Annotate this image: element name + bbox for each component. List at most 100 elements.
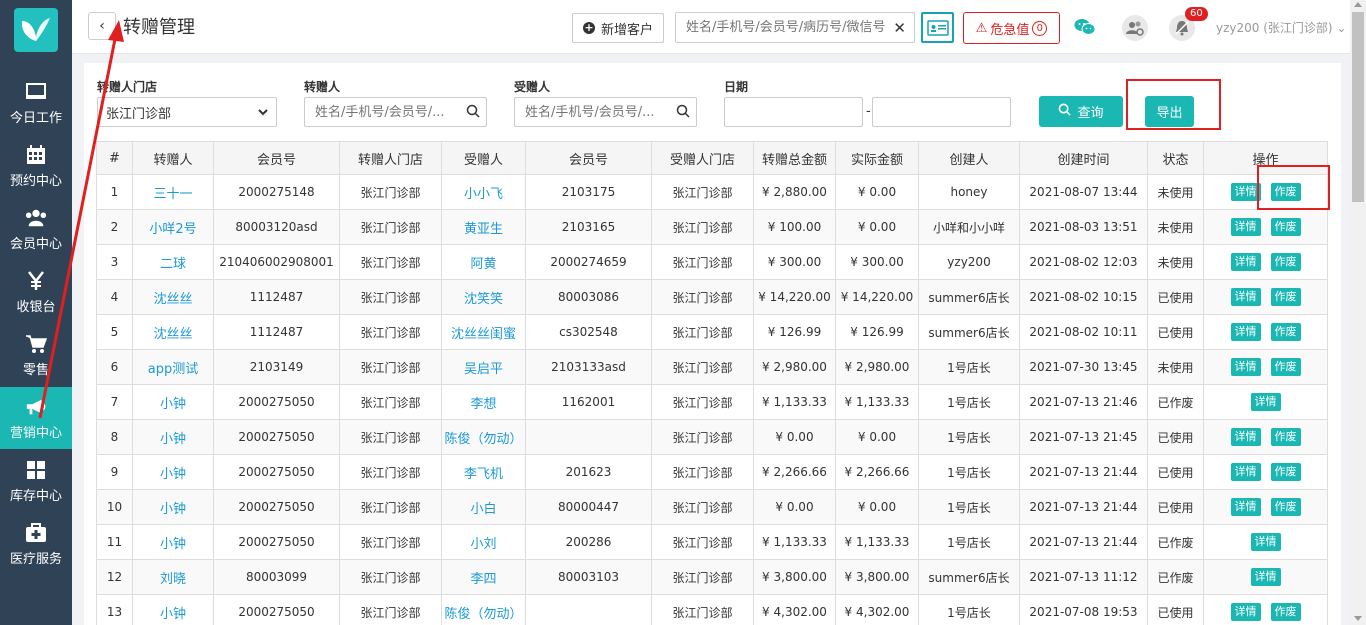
sidebar-item-3[interactable]: 收银台 xyxy=(0,261,72,323)
giver-link[interactable]: 沈丝丝 xyxy=(153,327,192,342)
cell-text: 未使用 xyxy=(1157,255,1194,270)
giver-link[interactable]: 小钟 xyxy=(160,397,186,412)
cell-status: 已作废 xyxy=(1147,559,1204,595)
cell-status: 未使用 xyxy=(1147,209,1204,245)
sidebar-item-0[interactable]: 今日工作 xyxy=(0,72,72,134)
sidebar-item-7[interactable]: 医疗服务 xyxy=(0,513,72,575)
search-icon[interactable] xyxy=(676,104,690,121)
wechat-icon[interactable] xyxy=(1074,18,1096,39)
giver-link[interactable]: 三十一 xyxy=(153,187,192,202)
cell-receiver-store: 张江门诊部 xyxy=(651,594,754,625)
detail-button[interactable]: 详情 xyxy=(1230,183,1261,201)
giver-link[interactable]: 刘晓 xyxy=(160,572,186,587)
detail-button[interactable]: 详情 xyxy=(1250,393,1281,411)
scrollbar-thumb[interactable] xyxy=(1352,12,1364,202)
team-settings-icon[interactable] xyxy=(1122,15,1148,41)
receiver-link[interactable]: 沈丝丝闺蜜 xyxy=(451,327,516,342)
store-select[interactable]: 张江门诊部 xyxy=(97,97,277,127)
void-button[interactable]: 作废 xyxy=(1270,498,1301,516)
detail-button[interactable]: 详情 xyxy=(1250,533,1281,551)
cell-text: 210406002908001 xyxy=(219,255,334,269)
detail-button[interactable]: 详情 xyxy=(1230,463,1261,481)
giver-link[interactable]: 小钟 xyxy=(160,432,186,447)
receiver-link[interactable]: 小刘 xyxy=(470,537,496,552)
receiver-link[interactable]: 李飞机 xyxy=(464,467,503,482)
id-card-button[interactable] xyxy=(921,12,954,43)
date-end-input[interactable] xyxy=(872,97,1011,127)
cell-text: 未使用 xyxy=(1157,360,1194,375)
detail-button[interactable]: 详情 xyxy=(1250,568,1281,586)
receiver-search[interactable] xyxy=(514,97,697,127)
app-logo[interactable] xyxy=(14,8,58,52)
detail-button[interactable]: 详情 xyxy=(1230,323,1261,341)
detail-button[interactable]: 详情 xyxy=(1230,358,1261,376)
sidebar-item-6[interactable]: 库存中心 xyxy=(0,450,72,512)
receiver-link[interactable]: 黄亚生 xyxy=(464,222,503,237)
receiver-link[interactable]: 小小飞 xyxy=(464,187,503,202)
void-button[interactable]: 作废 xyxy=(1270,463,1301,481)
sidebar-item-5[interactable]: 营销中心 xyxy=(0,387,72,449)
user-menu[interactable]: yzy200 (张江门诊部) ⌄ xyxy=(1216,19,1346,36)
cell-creator: 1号店长 xyxy=(918,349,1020,385)
cell-time: 2021-08-02 10:15 xyxy=(1019,279,1148,315)
giver-link[interactable]: 二球 xyxy=(160,257,186,272)
receiver-search-input[interactable] xyxy=(515,98,665,126)
void-button[interactable]: 作废 xyxy=(1270,358,1301,376)
cell-actual: ¥ 2,980.00 xyxy=(835,349,919,385)
cell-giver-id: 2000275050 xyxy=(213,489,340,525)
receiver-link[interactable]: 李想 xyxy=(470,397,496,412)
sidebar-item-1[interactable]: 预约中心 xyxy=(0,135,72,197)
receiver-link[interactable]: 小白 xyxy=(470,502,496,517)
query-button[interactable]: 查询 xyxy=(1039,96,1123,127)
void-button[interactable]: 作废 xyxy=(1270,428,1301,446)
giver-link[interactable]: 小咩2号 xyxy=(149,222,196,237)
receiver-link[interactable]: 阿黄 xyxy=(470,257,496,272)
global-search[interactable]: ✕ xyxy=(675,12,915,43)
clear-icon[interactable]: ✕ xyxy=(893,19,906,37)
giver-search-input[interactable] xyxy=(305,98,455,126)
cell-text: 2000275050 xyxy=(238,465,315,479)
back-button[interactable]: ‹ xyxy=(88,12,116,40)
giver-link[interactable]: 沈丝丝 xyxy=(153,292,192,307)
cell-no: 3 xyxy=(96,244,133,280)
giver-link[interactable]: 小钟 xyxy=(160,607,186,622)
global-search-input[interactable] xyxy=(676,13,886,42)
void-button[interactable]: 作废 xyxy=(1270,603,1301,621)
giver-link[interactable]: 小钟 xyxy=(160,537,186,552)
detail-button[interactable]: 详情 xyxy=(1230,428,1261,446)
plus-circle-icon: + xyxy=(582,21,595,34)
giver-link[interactable]: 小钟 xyxy=(160,467,186,482)
receiver-link[interactable]: 李四 xyxy=(470,572,496,587)
new-customer-label: 新增客户 xyxy=(600,22,653,38)
void-button[interactable]: 作废 xyxy=(1270,323,1301,341)
search-icon[interactable] xyxy=(466,104,480,121)
sidebar-item-4[interactable]: 零售 xyxy=(0,324,72,386)
void-button[interactable]: 作废 xyxy=(1270,218,1301,236)
cell-text: ¥ 1,133.33 xyxy=(844,395,910,409)
giver-search[interactable] xyxy=(304,97,487,127)
giver-link[interactable]: 小钟 xyxy=(160,502,186,517)
detail-button[interactable]: 详情 xyxy=(1230,603,1261,621)
void-button[interactable]: 作废 xyxy=(1270,288,1301,306)
cell-receiver: 陈俊（勿动） xyxy=(441,594,526,625)
cell-receiver-store: 张江门诊部 xyxy=(651,314,754,350)
receiver-link[interactable]: 陈俊（勿动） xyxy=(444,432,522,447)
receiver-link[interactable]: 沈笑笑 xyxy=(464,292,503,307)
cell-text: 张江门诊部 xyxy=(672,290,733,305)
detail-button[interactable]: 详情 xyxy=(1230,288,1261,306)
detail-button[interactable]: 详情 xyxy=(1230,498,1261,516)
receiver-link[interactable]: 陈俊（勿动） xyxy=(444,607,522,622)
receiver-link[interactable]: 吴启平 xyxy=(464,362,503,377)
void-button[interactable]: 作废 xyxy=(1270,253,1301,271)
detail-button[interactable]: 详情 xyxy=(1230,218,1261,236)
sidebar-item-2[interactable]: 会员中心 xyxy=(0,198,72,260)
critical-value-button[interactable]: ⚠ 危急值 0 xyxy=(963,12,1060,44)
date-start-input[interactable] xyxy=(724,97,863,127)
scroll-up-arrow-icon[interactable] xyxy=(1354,2,1362,7)
detail-button[interactable]: 详情 xyxy=(1230,253,1261,271)
cell-time: 2021-07-13 21:46 xyxy=(1019,384,1148,420)
new-customer-button[interactable]: + 新增客户 xyxy=(572,13,664,43)
cell-text: 已作废 xyxy=(1157,395,1194,410)
scroll-down-arrow-icon[interactable] xyxy=(1354,616,1362,621)
giver-link[interactable]: app测试 xyxy=(148,362,198,377)
